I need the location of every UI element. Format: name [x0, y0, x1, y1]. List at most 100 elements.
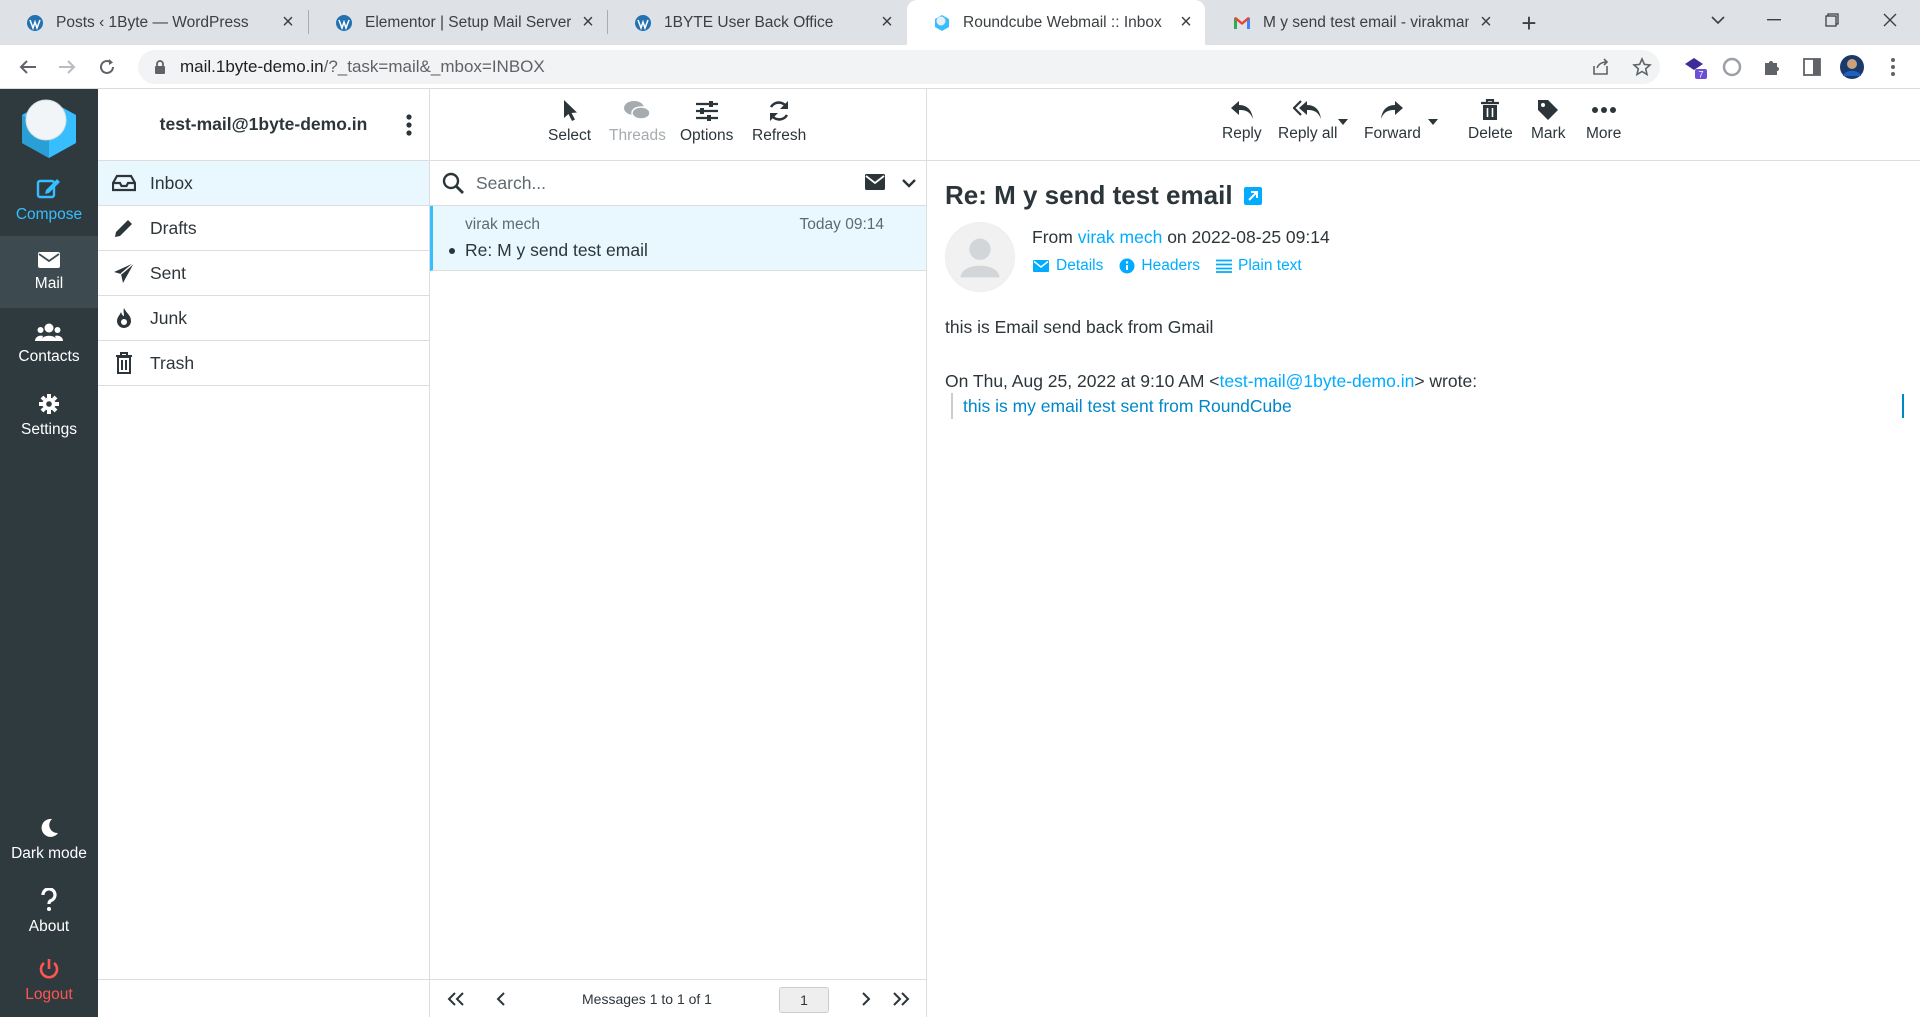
browser-tab-gmail[interactable]: M y send test email - virakmamo ×	[1207, 0, 1505, 45]
contacts-button[interactable]: Contacts	[0, 308, 98, 380]
folder-junk[interactable]: Junk	[98, 296, 429, 341]
plain-text-link[interactable]: Plain text	[1215, 257, 1302, 275]
refresh-button[interactable]: Refresh	[752, 99, 806, 145]
open-in-new-window-icon[interactable]	[1243, 186, 1263, 206]
browser-tab-elementor[interactable]: Elementor | Setup Mail Server (Ro ×	[309, 0, 607, 45]
sliders-icon	[695, 101, 718, 121]
side-panel-icon[interactable]	[1799, 54, 1825, 80]
mark-button[interactable]: Mark	[1531, 99, 1565, 143]
forward-button[interactable]	[53, 53, 81, 81]
close-tab-icon[interactable]: ×	[1177, 11, 1195, 33]
mail-button[interactable]: Mail	[0, 236, 98, 308]
quote-suffix: > wrote:	[1414, 371, 1478, 391]
account-email: test-mail@1byte-demo.in	[159, 114, 368, 134]
new-tab-button[interactable]: +	[1514, 8, 1544, 38]
gmail-favicon-icon	[1233, 14, 1251, 32]
folder-sent[interactable]: Sent	[98, 251, 429, 296]
back-button[interactable]	[14, 53, 42, 81]
date-prefix: on	[1167, 227, 1187, 247]
folder-label: Sent	[150, 262, 186, 283]
search-scope-envelope-icon[interactable]	[864, 173, 886, 196]
folder-options-menu-icon[interactable]	[399, 111, 419, 139]
profile-avatar[interactable]	[1839, 54, 1865, 80]
more-label: More	[1586, 125, 1622, 142]
delete-label: Delete	[1468, 125, 1513, 142]
threads-label: Threads	[609, 127, 666, 144]
quote-right-border	[1902, 394, 1904, 418]
sender-name-link[interactable]: virak mech	[1078, 227, 1163, 247]
cursor-icon	[563, 100, 577, 121]
browser-tab-wordpress[interactable]: Posts ‹ 1Byte — WordPress ×	[0, 0, 307, 45]
page-number-input[interactable]: 1	[779, 987, 829, 1013]
settings-button[interactable]: Settings	[0, 380, 98, 452]
folder-drafts[interactable]: Drafts	[98, 206, 429, 251]
last-page-icon[interactable]	[889, 988, 913, 1010]
folder-trash[interactable]: Trash	[98, 341, 429, 386]
about-label: About	[28, 918, 70, 935]
grammarly-icon[interactable]	[1719, 54, 1745, 80]
close-tab-icon[interactable]: ×	[878, 11, 896, 33]
next-page-icon[interactable]	[854, 988, 878, 1010]
delete-button[interactable]: Delete	[1468, 99, 1513, 143]
browser-tab-strip: Posts ‹ 1Byte — WordPress × Elementor | …	[0, 0, 1920, 45]
search-input[interactable]	[476, 172, 856, 194]
reply-all-icon	[1292, 100, 1321, 119]
select-button[interactable]: Select	[548, 99, 591, 145]
roundcube-logo[interactable]	[18, 96, 80, 162]
url-host: mail.1byte-demo.in	[180, 57, 324, 76]
compose-label: Compose	[15, 206, 83, 223]
reply-all-dropdown-icon[interactable]	[1338, 119, 1348, 129]
details-link[interactable]: Details	[1032, 257, 1103, 275]
dark-mode-toggle[interactable]: Dark mode	[0, 804, 98, 876]
mail-label: Mail	[34, 275, 64, 292]
search-options-chevron-icon[interactable]	[902, 175, 916, 193]
compose-button[interactable]: Compose	[0, 164, 98, 236]
close-window-button[interactable]	[1868, 0, 1912, 40]
browser-menu-icon[interactable]	[1880, 54, 1906, 80]
headers-link[interactable]: Headers	[1119, 257, 1200, 275]
message-body-text: this is Email send back from Gmail	[945, 317, 1214, 337]
tab-title: Roundcube Webmail :: Inbox	[963, 13, 1162, 31]
refresh-icon	[769, 101, 789, 121]
extension-badge: 7	[1698, 70, 1703, 80]
reload-button[interactable]	[93, 53, 121, 81]
close-tab-icon[interactable]: ×	[1477, 11, 1495, 33]
address-bar[interactable]: mail.1byte-demo.in/?_task=mail&_mbox=INB…	[138, 50, 1660, 84]
folder-inbox[interactable]: Inbox	[98, 161, 429, 206]
minimize-button[interactable]	[1752, 0, 1796, 40]
more-button[interactable]: More	[1586, 99, 1621, 143]
reply-button[interactable]: Reply	[1222, 99, 1262, 143]
browser-tab-backoffice[interactable]: 1BYTE User Back Office ×	[608, 0, 906, 45]
browser-tab-roundcube[interactable]: Roundcube Webmail :: Inbox ×	[907, 0, 1205, 45]
subject-text: Re: M y send test email	[945, 180, 1233, 210]
forward-button[interactable]: Forward	[1364, 99, 1421, 143]
header-links: Details Headers Plain text	[1032, 257, 1318, 275]
options-button[interactable]: Options	[680, 99, 733, 145]
quote-email-link[interactable]: test-mail@1byte-demo.in	[1220, 371, 1415, 391]
share-icon[interactable]	[1588, 54, 1614, 80]
tab-search-button[interactable]	[1696, 0, 1740, 40]
reply-all-button[interactable]: Reply all	[1278, 99, 1337, 143]
forward-icon	[1381, 101, 1404, 119]
bookmark-star-icon[interactable]	[1629, 54, 1655, 80]
wordpress-favicon-icon	[335, 14, 353, 32]
contacts-label: Contacts	[18, 348, 80, 365]
wordpress-favicon-icon	[26, 14, 44, 32]
puzzle-extensions-icon[interactable]	[1759, 54, 1785, 80]
previous-page-icon[interactable]	[489, 988, 513, 1010]
about-button[interactable]: About	[0, 876, 98, 948]
reply-label: Reply	[1222, 125, 1262, 142]
threads-button[interactable]: Threads	[609, 99, 666, 145]
forward-dropdown-icon[interactable]	[1428, 119, 1438, 129]
message-row[interactable]: virak mech Today 09:14 Re: M y send test…	[430, 206, 926, 271]
close-tab-icon[interactable]: ×	[279, 11, 297, 33]
sender-avatar	[945, 222, 1015, 292]
contacts-icon	[35, 323, 63, 341]
close-tab-icon[interactable]: ×	[579, 11, 597, 33]
unread-indicator	[449, 248, 455, 254]
details-label: Details	[1056, 257, 1104, 274]
logout-button[interactable]: Logout	[0, 945, 98, 1017]
first-page-icon[interactable]	[444, 988, 468, 1010]
extension-icon[interactable]: 7	[1682, 54, 1708, 80]
restore-button[interactable]	[1810, 0, 1854, 40]
